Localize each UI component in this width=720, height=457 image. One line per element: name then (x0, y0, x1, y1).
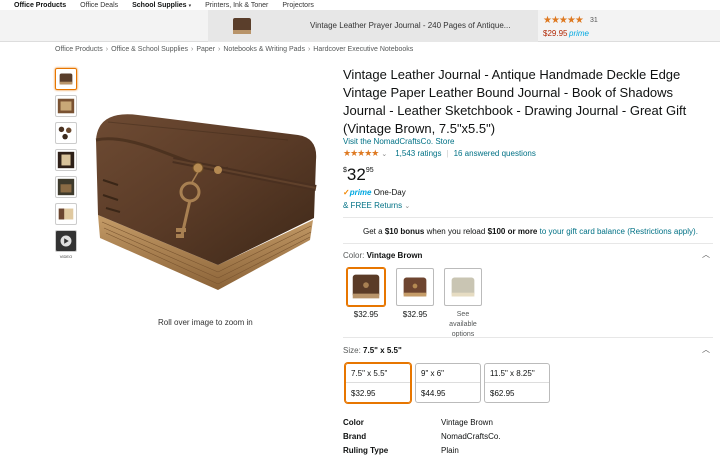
product-title: Vintage Leather Journal - Antique Handma… (343, 67, 687, 136)
thumbnail-6[interactable] (55, 203, 77, 225)
breadcrumb-item[interactable]: Paper (196, 46, 215, 53)
answered-questions-link[interactable]: 16 answered questions (454, 149, 536, 158)
video-label: VIDEO (59, 254, 73, 259)
swatch-price: $32.95 (402, 310, 428, 319)
thumbnail-5[interactable] (55, 176, 77, 198)
chevron-up-icon[interactable]: ︿ (702, 249, 710, 260)
breadcrumb-item[interactable]: Hardcover Executive Notebooks (313, 46, 413, 53)
divider (343, 243, 713, 244)
thumbnail-1[interactable] (55, 68, 77, 90)
sticky-product-header: Vintage Leather Prayer Journal - 240 Pag… (0, 10, 720, 42)
spec-row: Color Vintage Brown (343, 417, 493, 427)
size-label: Size: 7.5" x 5.5" (343, 346, 402, 355)
divider (343, 337, 713, 338)
nav-school-supplies[interactable]: School Supplies ▾ (132, 2, 191, 9)
swatch-see-options[interactable]: See available options (442, 310, 484, 340)
color-swatch-2[interactable] (396, 268, 434, 306)
size-option-9x6[interactable]: 9" x 6" $44.95 (415, 363, 481, 403)
store-link[interactable]: Visit the NomadCraftsCo. Store (343, 137, 454, 146)
sticky-star-rating: ★★★★★ (543, 15, 584, 26)
delivery-speed: One-Day (373, 188, 406, 197)
sticky-thumbnail[interactable] (230, 14, 254, 38)
size-option-11-5x8-25[interactable]: 11.5" x 8.25" $62.95 (484, 363, 550, 403)
free-returns-link[interactable]: & FREE Returns ⌄ (343, 201, 410, 210)
main-product-image[interactable] (78, 100, 328, 300)
breadcrumb: Office Products › Office & School Supplies… (55, 46, 414, 53)
sticky-rating-count[interactable]: 31 (590, 17, 598, 24)
price: $3295 (343, 165, 374, 184)
spec-row: Brand NomadCraftsCo. (343, 431, 501, 441)
thumbnail-video[interactable] (55, 230, 77, 252)
color-swatch-vintage-brown[interactable] (347, 268, 385, 306)
nav-projectors[interactable]: Projectors (282, 2, 314, 9)
thumbnail-4[interactable] (55, 149, 77, 171)
gift-card-promo: Get a $10 bonus when you reload $100 or … (363, 227, 698, 236)
swatch-price: $32.95 (353, 310, 379, 319)
chevron-up-icon[interactable]: ︿ (702, 344, 710, 355)
breadcrumb-item[interactable]: Office & School Supplies (111, 46, 188, 53)
promo-link[interactable]: to your gift card balance (Restrictions … (540, 227, 698, 236)
spec-row: Ruling Type Plain (343, 445, 459, 455)
nav-printers[interactable]: Printers, Ink & Toner (205, 2, 268, 9)
top-nav: Office Products Office Deals School Supp… (0, 0, 720, 10)
nav-office-deals[interactable]: Office Deals (80, 2, 118, 9)
star-rating[interactable]: ★★★★★ (343, 148, 379, 158)
chevron-down-icon[interactable]: ⌄ (381, 151, 387, 158)
thumbnail-3[interactable] (55, 122, 77, 144)
image-thumbnails: VIDEO (55, 68, 77, 259)
color-label: Color: Vintage Brown (343, 251, 423, 260)
ratings-link[interactable]: 1,543 ratings (395, 149, 441, 158)
thumbnail-2[interactable] (55, 95, 77, 117)
breadcrumb-item[interactable]: Office Products (55, 46, 103, 53)
sticky-price: $29.95 (543, 29, 568, 38)
zoom-hint: Roll over image to zoom in (158, 318, 253, 327)
prime-logo: prime (349, 188, 372, 197)
divider (343, 217, 713, 218)
sticky-prime-badge: prime (569, 29, 590, 38)
prime-delivery: ✓prime One-Day (343, 188, 406, 197)
nav-office-products[interactable]: Office Products (14, 2, 66, 9)
breadcrumb-item[interactable]: Notebooks & Writing Pads (223, 46, 305, 53)
size-option-7-5x5-5[interactable]: 7.5" x 5.5" $32.95 (345, 363, 411, 403)
color-swatch-3[interactable] (444, 268, 482, 306)
product-specs: Color Vintage Brown Brand NomadCraftsCo. R… (343, 415, 501, 457)
sticky-title[interactable]: Vintage Leather Prayer Journal - 240 Pag… (310, 21, 510, 30)
rating-row: ★★★★★ ⌄ 1,543 ratings | 16 answered question… (343, 148, 536, 158)
